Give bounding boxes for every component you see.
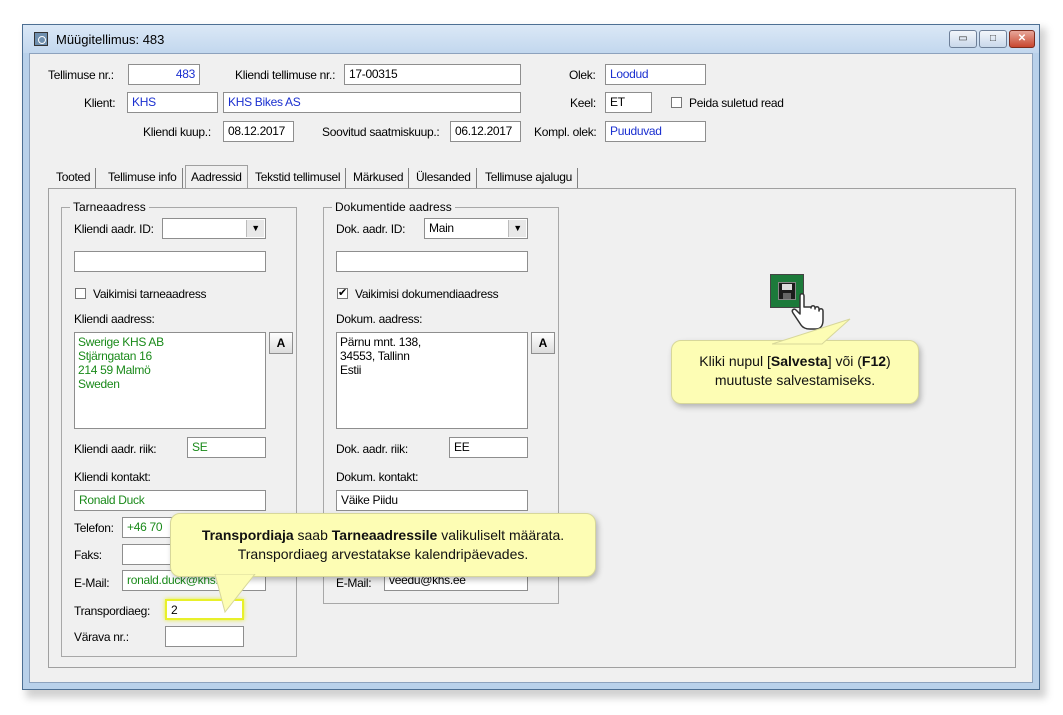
- hide-closed-label: Peida suletud read: [689, 96, 784, 110]
- delivery-default-label: Vaikimisi tarneaadress: [93, 287, 207, 301]
- order-no-label: Tellimuse nr.:: [48, 68, 114, 82]
- save-hint-line2: muutuste salvestamiseks.: [714, 372, 876, 388]
- transport-time-label: Transpordiaeg:: [74, 604, 151, 618]
- doc-contact-field[interactable]: Väike Piidu: [336, 490, 528, 511]
- transport-hint-bold: Transpordiaja: [201, 527, 294, 543]
- transport-hint-text: saab: [293, 527, 332, 543]
- delivery-address-memo[interactable]: Swerige KHS AB Stjärngatan 16 214 59 Mal…: [74, 332, 266, 429]
- delivery-fax-label: Faks:: [74, 548, 102, 562]
- delivery-addr-id-label: Kliendi aadr. ID:: [74, 222, 154, 236]
- tab-tooted[interactable]: Tooted: [51, 168, 97, 188]
- tab-markused[interactable]: Märkused: [348, 168, 410, 188]
- tab-tellimuse-ajalugu[interactable]: Tellimuse ajalugu: [480, 168, 578, 188]
- app-icon: [34, 32, 48, 46]
- callout-pointer: [214, 574, 256, 614]
- language-label: Keel:: [570, 96, 596, 110]
- documents-group-title: Dokumentide aadress: [332, 200, 455, 214]
- delivery-addr-id-select[interactable]: ▼: [162, 218, 266, 239]
- doc-default-checkbox[interactable]: ✔: [337, 288, 348, 299]
- doc-address-line: Estii: [340, 363, 362, 377]
- save-hint-line1: Kliki nupul [Salvesta] või (F12): [672, 352, 918, 371]
- doc-country-field[interactable]: EE: [449, 437, 528, 458]
- doc-contact-label: Dokum. kontakt:: [336, 470, 419, 484]
- delivery-address-line: Sweden: [78, 377, 120, 391]
- tab-ulesanded[interactable]: Ülesanded: [411, 168, 477, 188]
- doc-addr-id-select[interactable]: Main ▼: [424, 218, 528, 239]
- transport-hint-callout: Transpordiaja saab Tarneaadressile valik…: [170, 513, 596, 614]
- delivery-default-checkbox[interactable]: [75, 288, 86, 299]
- status-label: Olek:: [569, 68, 596, 82]
- maximize-button[interactable]: □: [979, 30, 1007, 48]
- transport-hint-line1: Transpordiaja saab Tarneaadressile valik…: [171, 526, 595, 545]
- delivery-email-label: E-Mail:: [74, 576, 110, 590]
- transport-hint-bold: Tarneaadressile: [331, 527, 438, 543]
- save-hint-text: ): [886, 353, 891, 369]
- delivery-country-label: Kliendi aadr. riik:: [74, 442, 157, 456]
- window-title: Müügitellimus: 483: [56, 32, 165, 47]
- gate-no-field[interactable]: [165, 626, 244, 647]
- client-order-no-label: Kliendi tellimuse nr.:: [235, 68, 336, 82]
- client-date-field[interactable]: 08.12.2017: [223, 121, 294, 142]
- tab-aadressid[interactable]: Aadressid: [185, 165, 248, 189]
- delivery-address-label: Kliendi aadress:: [74, 312, 155, 326]
- delivery-contact-label: Kliendi kontakt:: [74, 470, 151, 484]
- delivery-country-field[interactable]: SE: [187, 437, 266, 458]
- transport-hint-line2: Transpordiaeg arvestatakse kalendripäeva…: [237, 546, 529, 562]
- doc-address-label: Dokum. aadress:: [336, 312, 423, 326]
- save-hint-text: Kliki nupul [: [699, 353, 771, 369]
- language-field[interactable]: ET: [605, 92, 652, 113]
- doc-default-label: Vaikimisi dokumendiaadress: [355, 287, 499, 301]
- client-code-field[interactable]: KHS: [127, 92, 218, 113]
- tab-tekstid-tellimusel[interactable]: Tekstid tellimusel: [250, 168, 347, 188]
- kompl-field[interactable]: Puuduvad: [605, 121, 706, 142]
- client-order-no-field[interactable]: 17-00315: [344, 64, 521, 85]
- order-no-field[interactable]: 483: [128, 64, 200, 85]
- delivery-extra-field[interactable]: [74, 251, 266, 272]
- kompl-label: Kompl. olek:: [534, 125, 597, 139]
- doc-address-line: Pärnu mnt. 138,: [340, 335, 421, 349]
- doc-addr-id-value: Main: [429, 221, 454, 235]
- delivery-address-line: Stjärngatan 16: [78, 349, 152, 363]
- doc-email-label: E-Mail:: [336, 576, 372, 590]
- save-hint-bold: F12: [861, 353, 887, 369]
- doc-addr-id-label: Dok. aadr. ID:: [336, 222, 406, 236]
- gate-no-label: Värava nr.:: [74, 630, 129, 644]
- hide-closed-checkbox[interactable]: [671, 97, 682, 108]
- chevron-down-icon[interactable]: ▼: [246, 220, 264, 237]
- delivery-phone-label: Telefon:: [74, 521, 114, 535]
- doc-address-memo[interactable]: Pärnu mnt. 138, 34553, Tallinn Estii: [336, 332, 528, 429]
- delivery-address-line: Swerige KHS AB: [78, 335, 164, 349]
- close-button[interactable]: ✕: [1009, 30, 1035, 48]
- chevron-down-icon[interactable]: ▼: [508, 220, 526, 237]
- title-bar[interactable]: Müügitellimus: 483 ▭ □ ✕: [23, 25, 1039, 53]
- save-hint-text: ] või (: [827, 353, 862, 369]
- doc-address-line: 34553, Tallinn: [340, 349, 410, 363]
- doc-country-label: Dok. aadr. riik:: [336, 442, 408, 456]
- save-hint-bold: Salvesta: [770, 353, 828, 369]
- save-hint-callout: Kliki nupul [Salvesta] või (F12) muutust…: [671, 318, 919, 404]
- desired-delivery-label: Soovitud saatmiskuup.:: [322, 125, 440, 139]
- delivery-group-title: Tarneaadress: [70, 200, 149, 214]
- client-name-field[interactable]: KHS Bikes AS: [223, 92, 521, 113]
- delivery-contact-field[interactable]: Ronald Duck: [74, 490, 266, 511]
- client-label: Klient:: [84, 96, 116, 110]
- doc-extra-field[interactable]: [336, 251, 528, 272]
- callout-pointer: [772, 318, 851, 345]
- desired-delivery-field[interactable]: 06.12.2017: [450, 121, 521, 142]
- delivery-address-line: 214 59 Malmö: [78, 363, 151, 377]
- doc-address-a-button[interactable]: A: [531, 332, 555, 354]
- client-date-label: Kliendi kuup.:: [143, 125, 211, 139]
- minimize-button[interactable]: ▭: [949, 30, 977, 48]
- transport-hint-text: valikuliselt määrata.: [437, 527, 565, 543]
- delivery-address-a-button[interactable]: A: [269, 332, 293, 354]
- tab-tellimuse-info[interactable]: Tellimuse info: [103, 168, 183, 188]
- status-field[interactable]: Loodud: [605, 64, 706, 85]
